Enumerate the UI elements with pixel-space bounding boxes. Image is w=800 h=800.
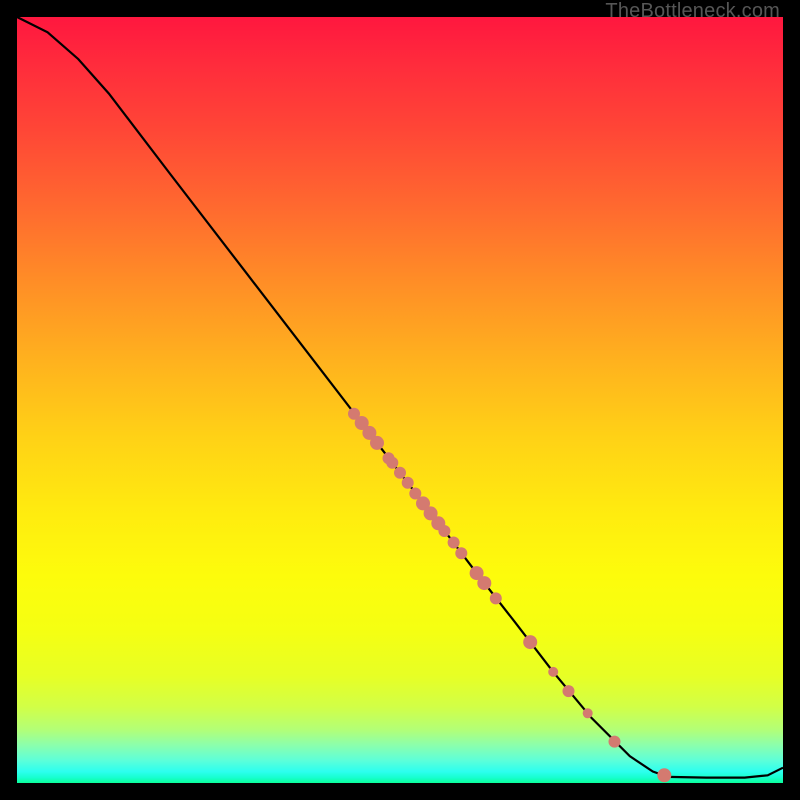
data-marker <box>370 436 384 450</box>
data-marker <box>657 768 671 782</box>
data-marker <box>490 592 502 604</box>
chart-stage: TheBottleneck.com <box>0 0 800 800</box>
data-marker <box>523 635 537 649</box>
marker-group <box>348 408 671 783</box>
plot-area <box>17 17 783 783</box>
data-marker <box>477 576 491 590</box>
data-marker <box>394 467 406 479</box>
watermark-text: TheBottleneck.com <box>605 0 780 23</box>
data-marker <box>402 477 414 489</box>
data-marker <box>548 667 558 677</box>
chart-svg <box>17 17 783 783</box>
data-marker <box>448 537 460 549</box>
data-marker <box>609 736 621 748</box>
data-marker <box>386 457 398 469</box>
data-marker <box>455 547 467 559</box>
data-marker <box>438 525 450 537</box>
data-marker <box>563 685 575 697</box>
curve-line <box>17 17 783 778</box>
data-marker <box>583 708 593 718</box>
